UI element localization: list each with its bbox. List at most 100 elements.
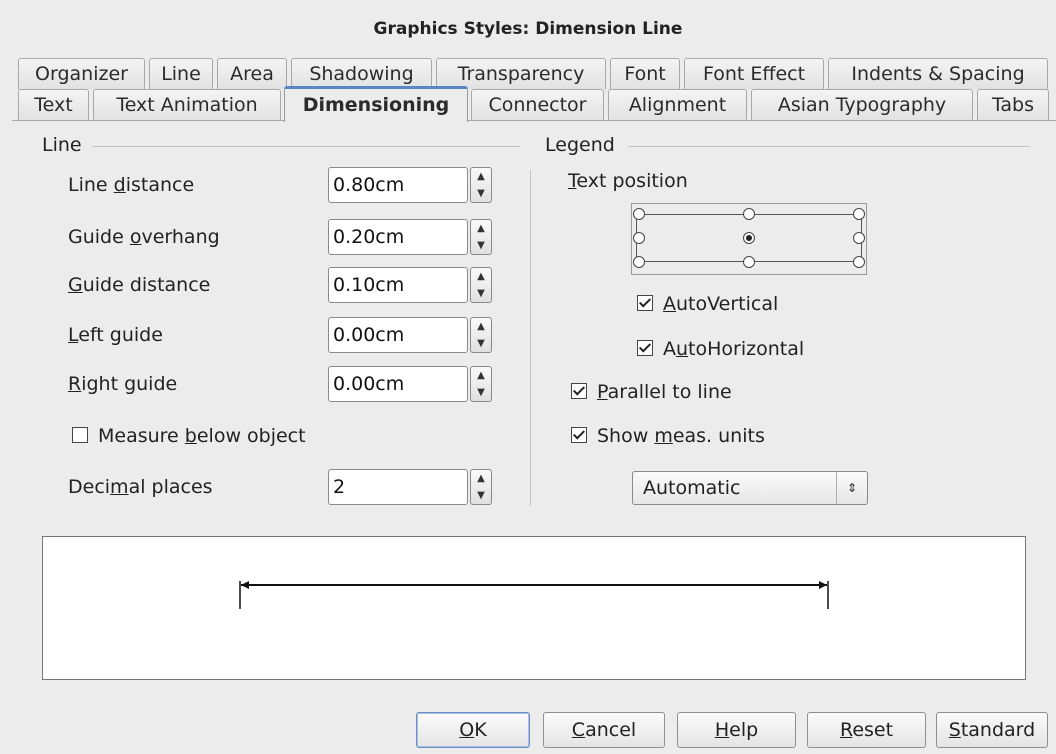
decimal-places-input[interactable]: 2: [328, 469, 468, 505]
tab-font[interactable]: Font: [610, 58, 680, 89]
tab-label: Transparency: [457, 63, 585, 85]
left-guide-input[interactable]: 0.00cm: [328, 317, 468, 353]
right-guide-label: Right guide: [68, 373, 178, 395]
dropdown-updown-icon[interactable]: ⇕: [836, 472, 867, 504]
decimal-places-label: Decimal places: [68, 476, 213, 498]
dialog-window: Graphics Styles: Dimension Line Organize…: [0, 0, 1056, 754]
line-section-rule: [92, 146, 520, 147]
radio-icon[interactable]: [743, 256, 755, 268]
tab-shadowing[interactable]: Shadowing: [291, 58, 432, 89]
reset-button[interactable]: Reset: [807, 712, 926, 748]
spin-buttons[interactable]: ▲ ▼: [470, 219, 492, 255]
spin-down-icon[interactable]: ▼: [471, 384, 491, 401]
spin-buttons[interactable]: ▲ ▼: [470, 469, 492, 505]
guide-overhang-spinbox[interactable]: 0.20cm ▲ ▼: [328, 219, 496, 255]
tab-divider: [12, 120, 1056, 121]
line-section-title: Line: [42, 134, 82, 156]
checkbox-icon[interactable]: [571, 427, 587, 443]
tab-connector[interactable]: Connector: [471, 89, 604, 120]
auto-horizontal-checkbox[interactable]: AutoHorizontal: [637, 338, 804, 360]
auto-vertical-checkbox[interactable]: AutoVertical: [637, 293, 778, 315]
spin-up-icon[interactable]: ▲: [471, 367, 491, 384]
spin-up-icon[interactable]: ▲: [471, 268, 491, 285]
spin-up-icon[interactable]: ▲: [471, 470, 491, 487]
legend-section-title: Legend: [545, 134, 615, 156]
checkbox-icon[interactable]: [72, 427, 88, 443]
left-guide-spinbox[interactable]: 0.00cm ▲ ▼: [328, 317, 496, 353]
tab-area[interactable]: Area: [217, 58, 287, 89]
show-units-checkbox[interactable]: Show meas. units: [571, 425, 765, 447]
tab-label: Dimensioning: [302, 94, 450, 116]
cancel-button[interactable]: Cancel: [543, 712, 665, 748]
tab-label: Text: [34, 94, 73, 116]
right-guide-input[interactable]: 0.00cm: [328, 366, 468, 402]
tab-label: Indents & Spacing: [851, 63, 1025, 85]
units-dropdown[interactable]: Automatic ⇕: [632, 471, 868, 505]
tab-dimensioning[interactable]: Dimensioning: [284, 86, 468, 122]
tab-label: Connector: [488, 94, 587, 116]
tab-font-effect[interactable]: Font Effect: [684, 58, 824, 89]
spin-up-icon[interactable]: ▲: [471, 220, 491, 237]
tab-transparency[interactable]: Transparency: [436, 58, 606, 89]
spin-buttons[interactable]: ▲ ▼: [470, 167, 492, 203]
tab-text[interactable]: Text: [18, 89, 89, 120]
parallel-to-line-checkbox[interactable]: Parallel to line: [571, 381, 732, 403]
tab-label: Organizer: [35, 63, 128, 85]
tab-alignment[interactable]: Alignment: [608, 89, 747, 120]
tab-label: Text Animation: [116, 94, 258, 116]
window-title: Graphics Styles: Dimension Line: [373, 19, 683, 39]
checkbox-icon[interactable]: [571, 383, 587, 399]
radio-icon[interactable]: [853, 208, 865, 220]
guide-overhang-input[interactable]: 0.20cm: [328, 219, 468, 255]
radio-icon[interactable]: [853, 232, 865, 244]
tab-line[interactable]: Line: [149, 58, 213, 89]
help-button[interactable]: Help: [677, 712, 796, 748]
line-distance-input[interactable]: 0.80cm: [328, 167, 468, 203]
standard-button[interactable]: Standard: [936, 712, 1048, 748]
right-guide-spinbox[interactable]: 0.00cm ▲ ▼: [328, 366, 496, 402]
spin-down-icon[interactable]: ▼: [471, 335, 491, 352]
dimension-preview-drawing: [239, 581, 829, 609]
section-separator: [530, 170, 531, 506]
tab-label: Area: [230, 63, 274, 85]
tab-label: Alignment: [628, 94, 727, 116]
ok-button[interactable]: OK: [416, 712, 530, 748]
text-position-selector[interactable]: [631, 203, 867, 275]
tab-label: Asian Typography: [777, 94, 947, 116]
tab-text-animation[interactable]: Text Animation: [93, 89, 281, 120]
radio-icon[interactable]: [743, 232, 755, 244]
spin-down-icon[interactable]: ▼: [471, 487, 491, 504]
measure-below-checkbox[interactable]: Measure below object: [72, 425, 306, 447]
radio-icon[interactable]: [633, 208, 645, 220]
radio-icon[interactable]: [743, 208, 755, 220]
units-dropdown-value: Automatic: [643, 477, 741, 499]
spin-down-icon[interactable]: ▼: [471, 237, 491, 254]
preview-left-arrowhead: [241, 581, 249, 589]
tab-indents-spacing[interactable]: Indents & Spacing: [828, 58, 1048, 89]
decimal-places-spinbox[interactable]: 2 ▲ ▼: [328, 469, 496, 505]
tab-tabs[interactable]: Tabs: [977, 89, 1049, 120]
tab-asian-typography[interactable]: Asian Typography: [751, 89, 973, 120]
radio-icon[interactable]: [633, 256, 645, 268]
tab-label: Tabs: [991, 94, 1035, 116]
spin-buttons[interactable]: ▲ ▼: [470, 267, 492, 303]
guide-distance-spinbox[interactable]: 0.10cm ▲ ▼: [328, 267, 496, 303]
title-bar: Graphics Styles: Dimension Line: [0, 0, 1056, 58]
spin-up-icon[interactable]: ▲: [471, 318, 491, 335]
spin-down-icon[interactable]: ▼: [471, 185, 491, 202]
tab-organizer[interactable]: Organizer: [18, 58, 145, 89]
preview-right-arrowhead: [819, 581, 827, 589]
guide-distance-input[interactable]: 0.10cm: [328, 267, 468, 303]
radio-icon[interactable]: [633, 232, 645, 244]
spin-down-icon[interactable]: ▼: [471, 285, 491, 302]
spin-up-icon[interactable]: ▲: [471, 168, 491, 185]
checkbox-icon[interactable]: [637, 340, 653, 356]
checkbox-icon[interactable]: [637, 295, 653, 311]
tab-label: Font Effect: [702, 63, 806, 85]
spin-buttons[interactable]: ▲ ▼: [470, 317, 492, 353]
legend-section-rule: [628, 146, 1030, 147]
spin-buttons[interactable]: ▲ ▼: [470, 366, 492, 402]
radio-icon[interactable]: [853, 256, 865, 268]
line-distance-spinbox[interactable]: 0.80cm ▲ ▼: [328, 167, 496, 203]
tab-label: Line: [161, 63, 201, 85]
